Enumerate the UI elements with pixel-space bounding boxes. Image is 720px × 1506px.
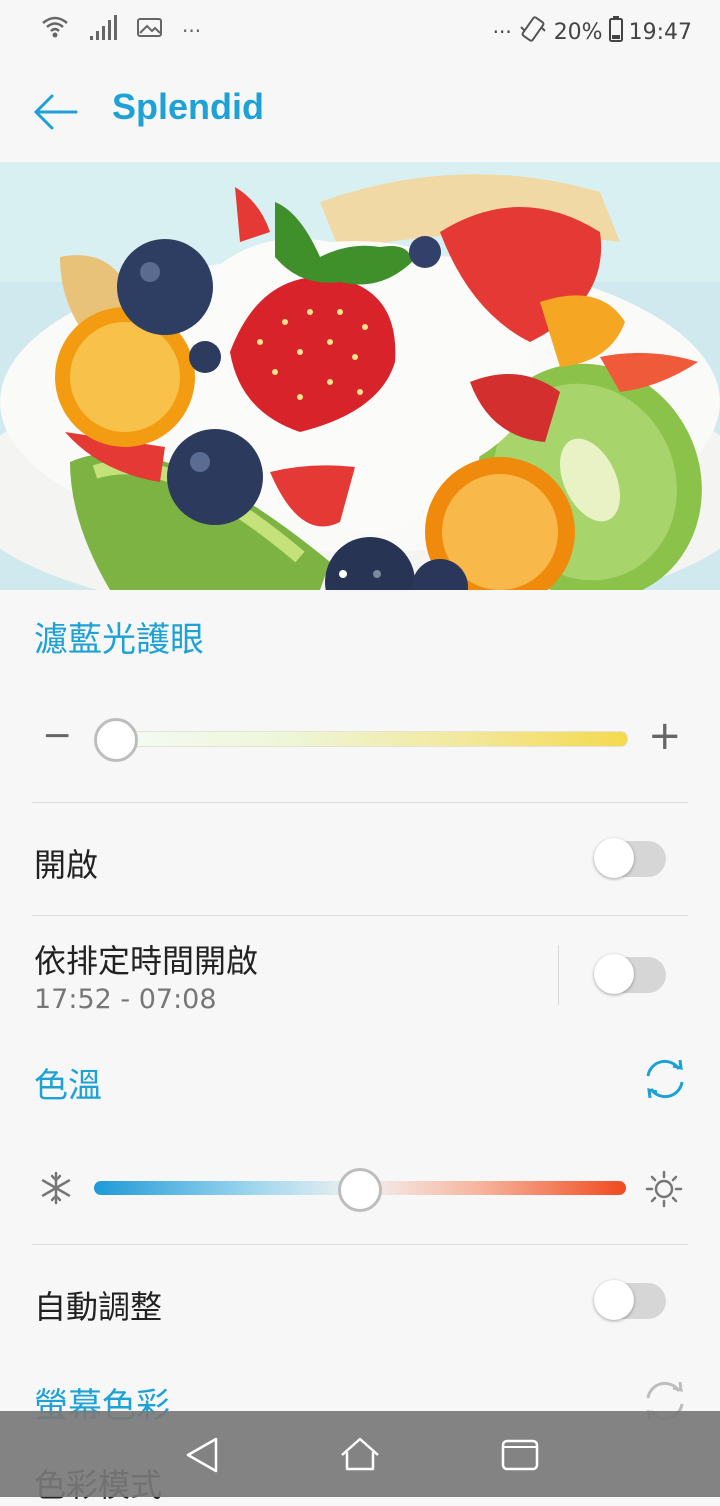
snowflake-icon[interactable]: [38, 1170, 74, 1206]
carousel-dot-2[interactable]: [373, 570, 381, 578]
blue-light-slider-thumb[interactable]: [94, 718, 138, 762]
minus-icon[interactable]: −: [42, 716, 72, 756]
enable-label: 開啟: [34, 846, 99, 884]
signal-icon: [88, 14, 118, 48]
auto-adjust-toggle[interactable]: [594, 1280, 666, 1320]
enable-toggle[interactable]: [594, 838, 666, 878]
color-temperature-slider-thumb[interactable]: [338, 1168, 382, 1212]
recents-icon[interactable]: [498, 1433, 542, 1477]
status-more-dots: ···: [492, 20, 512, 44]
vertical-divider: [558, 945, 559, 1005]
home-icon[interactable]: [338, 1433, 382, 1477]
divider: [32, 1244, 688, 1245]
auto-adjust-label: 自動調整: [34, 1288, 163, 1326]
more-notifications-icon: ···: [182, 19, 202, 43]
carousel-dot-1[interactable]: [339, 570, 347, 578]
divider: [32, 802, 688, 803]
vibrate-icon: [518, 14, 548, 50]
toggle-knob: [594, 954, 634, 994]
triangle-back-icon[interactable]: [182, 1433, 226, 1477]
schedule-label[interactable]: 依排定時間開啟: [34, 936, 258, 982]
carousel-indicator: [0, 570, 720, 578]
page-title: Splendid: [112, 86, 264, 127]
clock: 19:47: [628, 19, 692, 45]
battery-icon: [608, 16, 623, 48]
blue-light-slider-track[interactable]: [108, 731, 628, 747]
arrow-left-icon[interactable]: [32, 88, 80, 136]
sun-icon[interactable]: [645, 1170, 683, 1208]
color-temperature-section-title: 色溫: [34, 1066, 102, 1106]
navigation-bar: [0, 1411, 720, 1497]
refresh-icon[interactable]: [640, 1054, 690, 1104]
fruit-bowl-preview-image[interactable]: [0, 162, 720, 590]
blue-light-section-title: 濾藍光護眼: [34, 620, 204, 660]
image-notification-icon: [136, 16, 164, 46]
status-bar: ··· ··· 20% 19:47: [0, 0, 720, 60]
wifi-icon: [40, 14, 70, 48]
app-bar: Splendid: [0, 60, 720, 160]
toggle-knob: [594, 838, 634, 878]
plus-icon[interactable]: +: [648, 716, 682, 756]
battery-percent: 20%: [553, 19, 603, 45]
schedule-toggle[interactable]: [594, 954, 666, 994]
schedule-time: 17:52 - 07:08: [34, 984, 217, 1015]
toggle-knob: [594, 1280, 634, 1320]
divider: [32, 915, 688, 916]
